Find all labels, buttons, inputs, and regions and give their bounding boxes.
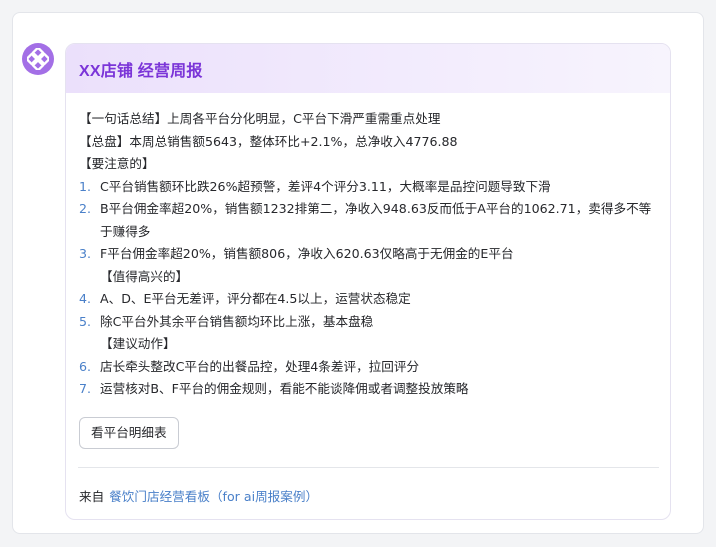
list-item-number: 7. <box>79 381 92 396</box>
list-item-text: C平台销售额环比跌26%超预警，差评4个评分3.11，大概率是品控问题导致下滑 <box>100 178 551 194</box>
list-item: 7. 运营核对B、F平台的佣金规则，看能不能谈降佣或者调整投放策略 <box>79 378 658 401</box>
attention-heading: 【要注意的】 <box>79 156 155 171</box>
list-item-text: F平台佣金率超20%，销售额806，净收入620.63仅略高于无佣金的E平台 <box>100 246 514 261</box>
ai-assistant-logo-icon <box>27 48 49 70</box>
assistant-avatar <box>22 43 54 75</box>
list-item-text: A、D、E平台无差评，评分都在4.5以上，运营状态稳定 <box>100 291 411 306</box>
list-item-text: B平台佣金率超20%，销售额1232排第二，净收入948.63反而低于A平台的1… <box>100 201 652 239</box>
list-item-number: 4. <box>79 291 92 306</box>
weekly-report-card: XX店铺 经营周报 【一句话总结】上周各平台分化明显，C平台下滑严重需重点处理 … <box>65 43 671 520</box>
list-item: 4. A、D、E平台无差评，评分都在4.5以上，运营状态稳定 <box>79 288 658 311</box>
list-item: 6. 店长牵头整改C平台的出餐品控，处理4条差评，拉回评分 <box>79 356 658 379</box>
source-prefix: 来自 <box>79 489 105 504</box>
list-item-number: 3. <box>79 246 92 261</box>
list-item: 3. F平台佣金率超20%，销售额806，净收入620.63仅略高于无佣金的E平… <box>79 243 658 266</box>
list-item-text: 除C平台外其余平台销售额均环比上涨，基本盘稳 <box>100 313 374 329</box>
overview-line: 【总盘】本周总销售额5643，整体环比+2.1%，总净收入4776.88 <box>79 133 458 149</box>
action-heading: 【建议动作】 <box>100 336 176 351</box>
card-body: 【一句话总结】上周各平台分化明显，C平台下滑严重需重点处理 【总盘】本周总销售额… <box>66 93 670 449</box>
list-item: 2. B平台佣金率超20%，销售额1232排第二，净收入948.63反而低于A平… <box>79 198 658 243</box>
list-item-number: 5. <box>79 313 92 329</box>
view-platform-details-button[interactable]: 看平台明细表 <box>79 416 179 449</box>
divider <box>78 467 659 468</box>
source-footer: 来自 餐饮门店经营看板（for ai周报案例） <box>79 486 318 505</box>
list-item-text: 店长牵头整改C平台的出餐品控，处理4条差评，拉回评分 <box>100 358 420 374</box>
summary-line: 【一句话总结】上周各平台分化明显，C平台下滑严重需重点处理 <box>79 111 441 126</box>
card-title: XX店铺 经营周报 <box>79 62 203 80</box>
list-item-number: 1. <box>79 178 92 194</box>
list-item-number: 2. <box>79 201 92 216</box>
highlight-heading: 【值得高兴的】 <box>100 268 189 284</box>
card-header: XX店铺 经营周报 <box>66 44 670 93</box>
list-item-number: 6. <box>79 358 92 374</box>
list-item-text: 运营核对B、F平台的佣金规则，看能不能谈降佣或者调整投放策略 <box>100 381 469 396</box>
list-item: 5. 除C平台外其余平台销售额均环比上涨，基本盘稳 <box>79 311 658 334</box>
list-item: 1. C平台销售额环比跌26%超预警，差评4个评分3.11，大概率是品控问题导致… <box>79 176 658 199</box>
source-link[interactable]: 餐饮门店经营看板（for ai周报案例） <box>109 489 318 504</box>
